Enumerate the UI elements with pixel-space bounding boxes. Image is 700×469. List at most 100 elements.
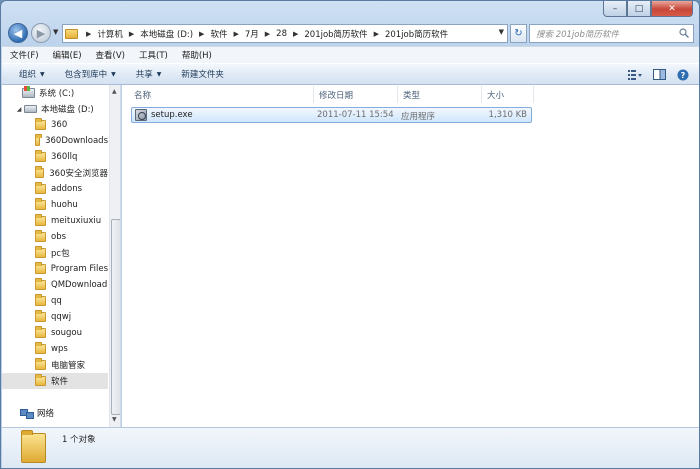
menu-file[interactable]: 文件(F) bbox=[10, 49, 39, 61]
chevron-right-icon[interactable]: ▶ bbox=[233, 30, 238, 38]
tree-item-360llq[interactable]: 360llq bbox=[2, 149, 108, 165]
column-label: 名称 bbox=[134, 90, 152, 101]
tree-label: QMDownload bbox=[51, 280, 108, 290]
tree-label: meituxiuxiu bbox=[51, 216, 102, 226]
scroll-down-icon[interactable]: ▼ bbox=[112, 416, 117, 423]
close-button[interactable]: ✕ bbox=[651, 1, 693, 17]
include-in-library-button[interactable]: 包含到库中 ▼ bbox=[65, 68, 116, 80]
back-button[interactable]: ◀ bbox=[8, 23, 28, 43]
tree-item-360downloads[interactable]: 360Downloads bbox=[2, 133, 108, 149]
executable-icon bbox=[135, 109, 147, 121]
share-button[interactable]: 共享 ▼ bbox=[136, 68, 162, 80]
tree-item-pc-package[interactable]: pc包 bbox=[2, 245, 108, 261]
tree-item-qqwj[interactable]: qqwj bbox=[2, 309, 108, 325]
folder-icon bbox=[35, 214, 46, 226]
chevron-right-icon[interactable]: ▶ bbox=[374, 30, 379, 38]
tree-label: pc包 bbox=[51, 249, 70, 259]
forward-button[interactable]: ▶ bbox=[31, 23, 51, 43]
tree-item-sougou[interactable]: sougou bbox=[2, 325, 108, 341]
breadcrumb-software[interactable]: 软件 bbox=[210, 28, 227, 40]
breadcrumb-201job-2[interactable]: 201job简历软件 bbox=[385, 28, 448, 40]
folder-icon bbox=[35, 182, 46, 194]
tree-item-program-files[interactable]: Program Files bbox=[2, 261, 108, 277]
folder-icon bbox=[35, 310, 46, 322]
left-arrow-icon: ◀ bbox=[13, 26, 23, 40]
column-header-type[interactable]: 类型 bbox=[398, 86, 482, 103]
column-header-modified[interactable]: 修改日期 bbox=[314, 86, 398, 103]
folder-icon bbox=[35, 262, 46, 274]
recent-pages-dropdown[interactable]: ▼ bbox=[53, 28, 58, 36]
organize-label: 组织 bbox=[19, 70, 37, 80]
refresh-icon: ↻ bbox=[514, 28, 523, 39]
file-list-pane: 名称 修改日期 类型 大小 setup.exe 2011-07-11 15:54… bbox=[122, 85, 699, 427]
chevron-down-icon: ▼ bbox=[40, 70, 45, 78]
refresh-button[interactable]: ↻ bbox=[510, 24, 527, 43]
chevron-right-icon[interactable]: ▶ bbox=[265, 30, 270, 38]
breadcrumb-july[interactable]: 7月 bbox=[245, 28, 259, 40]
tree-item-wps[interactable]: wps bbox=[2, 341, 108, 357]
tree-item-meituxiuxiu[interactable]: meituxiuxiu bbox=[2, 213, 108, 229]
search-input[interactable]: 搜索 201job简历软件 bbox=[529, 24, 694, 43]
file-row-setup-exe[interactable]: setup.exe 2011-07-11 15:54 应用程序 1,310 KB bbox=[131, 107, 532, 123]
new-folder-button[interactable]: 新建文件夹 bbox=[181, 68, 224, 80]
help-button[interactable]: ? bbox=[676, 68, 690, 81]
chevron-right-icon[interactable]: ▶ bbox=[199, 30, 204, 38]
tree-label: 360 bbox=[51, 120, 68, 130]
network-icon bbox=[20, 408, 34, 419]
file-type: 应用程序 bbox=[401, 112, 436, 122]
tree-item-obs[interactable]: obs bbox=[2, 229, 108, 245]
tree-label: 软件 bbox=[51, 377, 69, 387]
breadcrumb-28[interactable]: 28 bbox=[276, 29, 287, 39]
scroll-up-icon[interactable]: ▲ bbox=[112, 88, 117, 95]
address-dropdown[interactable]: ▼ bbox=[499, 28, 504, 36]
menu-view[interactable]: 查看(V) bbox=[96, 49, 125, 61]
breadcrumb-computer[interactable]: 计算机 bbox=[97, 28, 123, 40]
column-header-size[interactable]: 大小 bbox=[482, 86, 534, 103]
chevron-right-icon[interactable]: ▶ bbox=[129, 30, 134, 38]
tree-item-pc-manager[interactable]: 电脑管家 bbox=[2, 357, 108, 373]
menu-help[interactable]: 帮助(H) bbox=[182, 49, 212, 61]
file-name: setup.exe bbox=[151, 110, 193, 120]
chevron-right-icon[interactable]: ▶ bbox=[86, 30, 91, 38]
maximize-button[interactable]: □ bbox=[627, 1, 651, 17]
tree-item-software[interactable]: 软件 bbox=[2, 373, 108, 389]
preview-pane-button[interactable] bbox=[652, 68, 666, 81]
menu-tools[interactable]: 工具(T) bbox=[139, 49, 168, 61]
tree-label: wps bbox=[51, 344, 68, 354]
address-bar[interactable]: ▶ 计算机 ▶ 本地磁盘 (D:) ▶ 软件 ▶ 7月 ▶ 28 ▶ 201jo… bbox=[62, 24, 508, 43]
tree-item-system-c[interactable]: 系统 (C:) bbox=[2, 85, 108, 101]
share-label: 共享 bbox=[135, 70, 153, 80]
column-label: 大小 bbox=[487, 90, 505, 101]
tree-label: qq bbox=[51, 296, 62, 306]
minimize-button[interactable]: – bbox=[603, 1, 627, 17]
column-header-name[interactable]: 名称 bbox=[129, 86, 314, 103]
tree-label: Program Files bbox=[50, 264, 108, 274]
breadcrumb-local-disk-d[interactable]: 本地磁盘 (D:) bbox=[140, 28, 193, 40]
folder-icon bbox=[35, 134, 43, 146]
chevron-right-icon[interactable]: ▶ bbox=[293, 30, 298, 38]
tree-item-qq[interactable]: qq bbox=[2, 293, 108, 309]
tree-item-360[interactable]: 360 bbox=[2, 117, 108, 133]
organize-button[interactable]: 组织 ▼ bbox=[19, 68, 45, 80]
breadcrumb-201job-1[interactable]: 201job简历软件 bbox=[304, 28, 367, 40]
file-modified: 2011-07-11 15:54 bbox=[317, 110, 394, 120]
folder-icon bbox=[35, 294, 46, 306]
collapse-icon[interactable]: ◢ bbox=[14, 106, 24, 113]
chevron-down-icon: ▼ bbox=[111, 70, 116, 78]
tree-label: 360llq bbox=[51, 152, 78, 162]
folder-icon bbox=[35, 342, 46, 354]
tree-label: 电脑管家 bbox=[51, 361, 86, 371]
menu-edit[interactable]: 编辑(E) bbox=[53, 49, 82, 61]
tree-item-local-disk-d[interactable]: ◢ 本地磁盘 (D:) bbox=[2, 101, 108, 117]
tree-item-network[interactable]: 网络 bbox=[2, 405, 108, 421]
view-options-button[interactable] bbox=[628, 68, 642, 81]
nav-pane-scrollbar[interactable]: ▲ ▼ bbox=[109, 85, 120, 427]
tree-item-qmdownload[interactable]: QMDownload bbox=[2, 277, 108, 293]
tree-label: 系统 (C:) bbox=[39, 89, 75, 99]
tree-label: 网络 bbox=[37, 409, 55, 419]
tree-item-360-browser[interactable]: 360安全浏览器 bbox=[2, 165, 108, 181]
scrollbar-thumb[interactable] bbox=[111, 219, 120, 415]
navigation-bar: ◀ ▶ ▼ ▶ 计算机 ▶ 本地磁盘 (D:) ▶ 软件 ▶ 7月 ▶ 28 ▶… bbox=[7, 23, 695, 43]
tree-item-huohu[interactable]: huohu bbox=[2, 197, 108, 213]
tree-item-addons[interactable]: addons bbox=[2, 181, 108, 197]
